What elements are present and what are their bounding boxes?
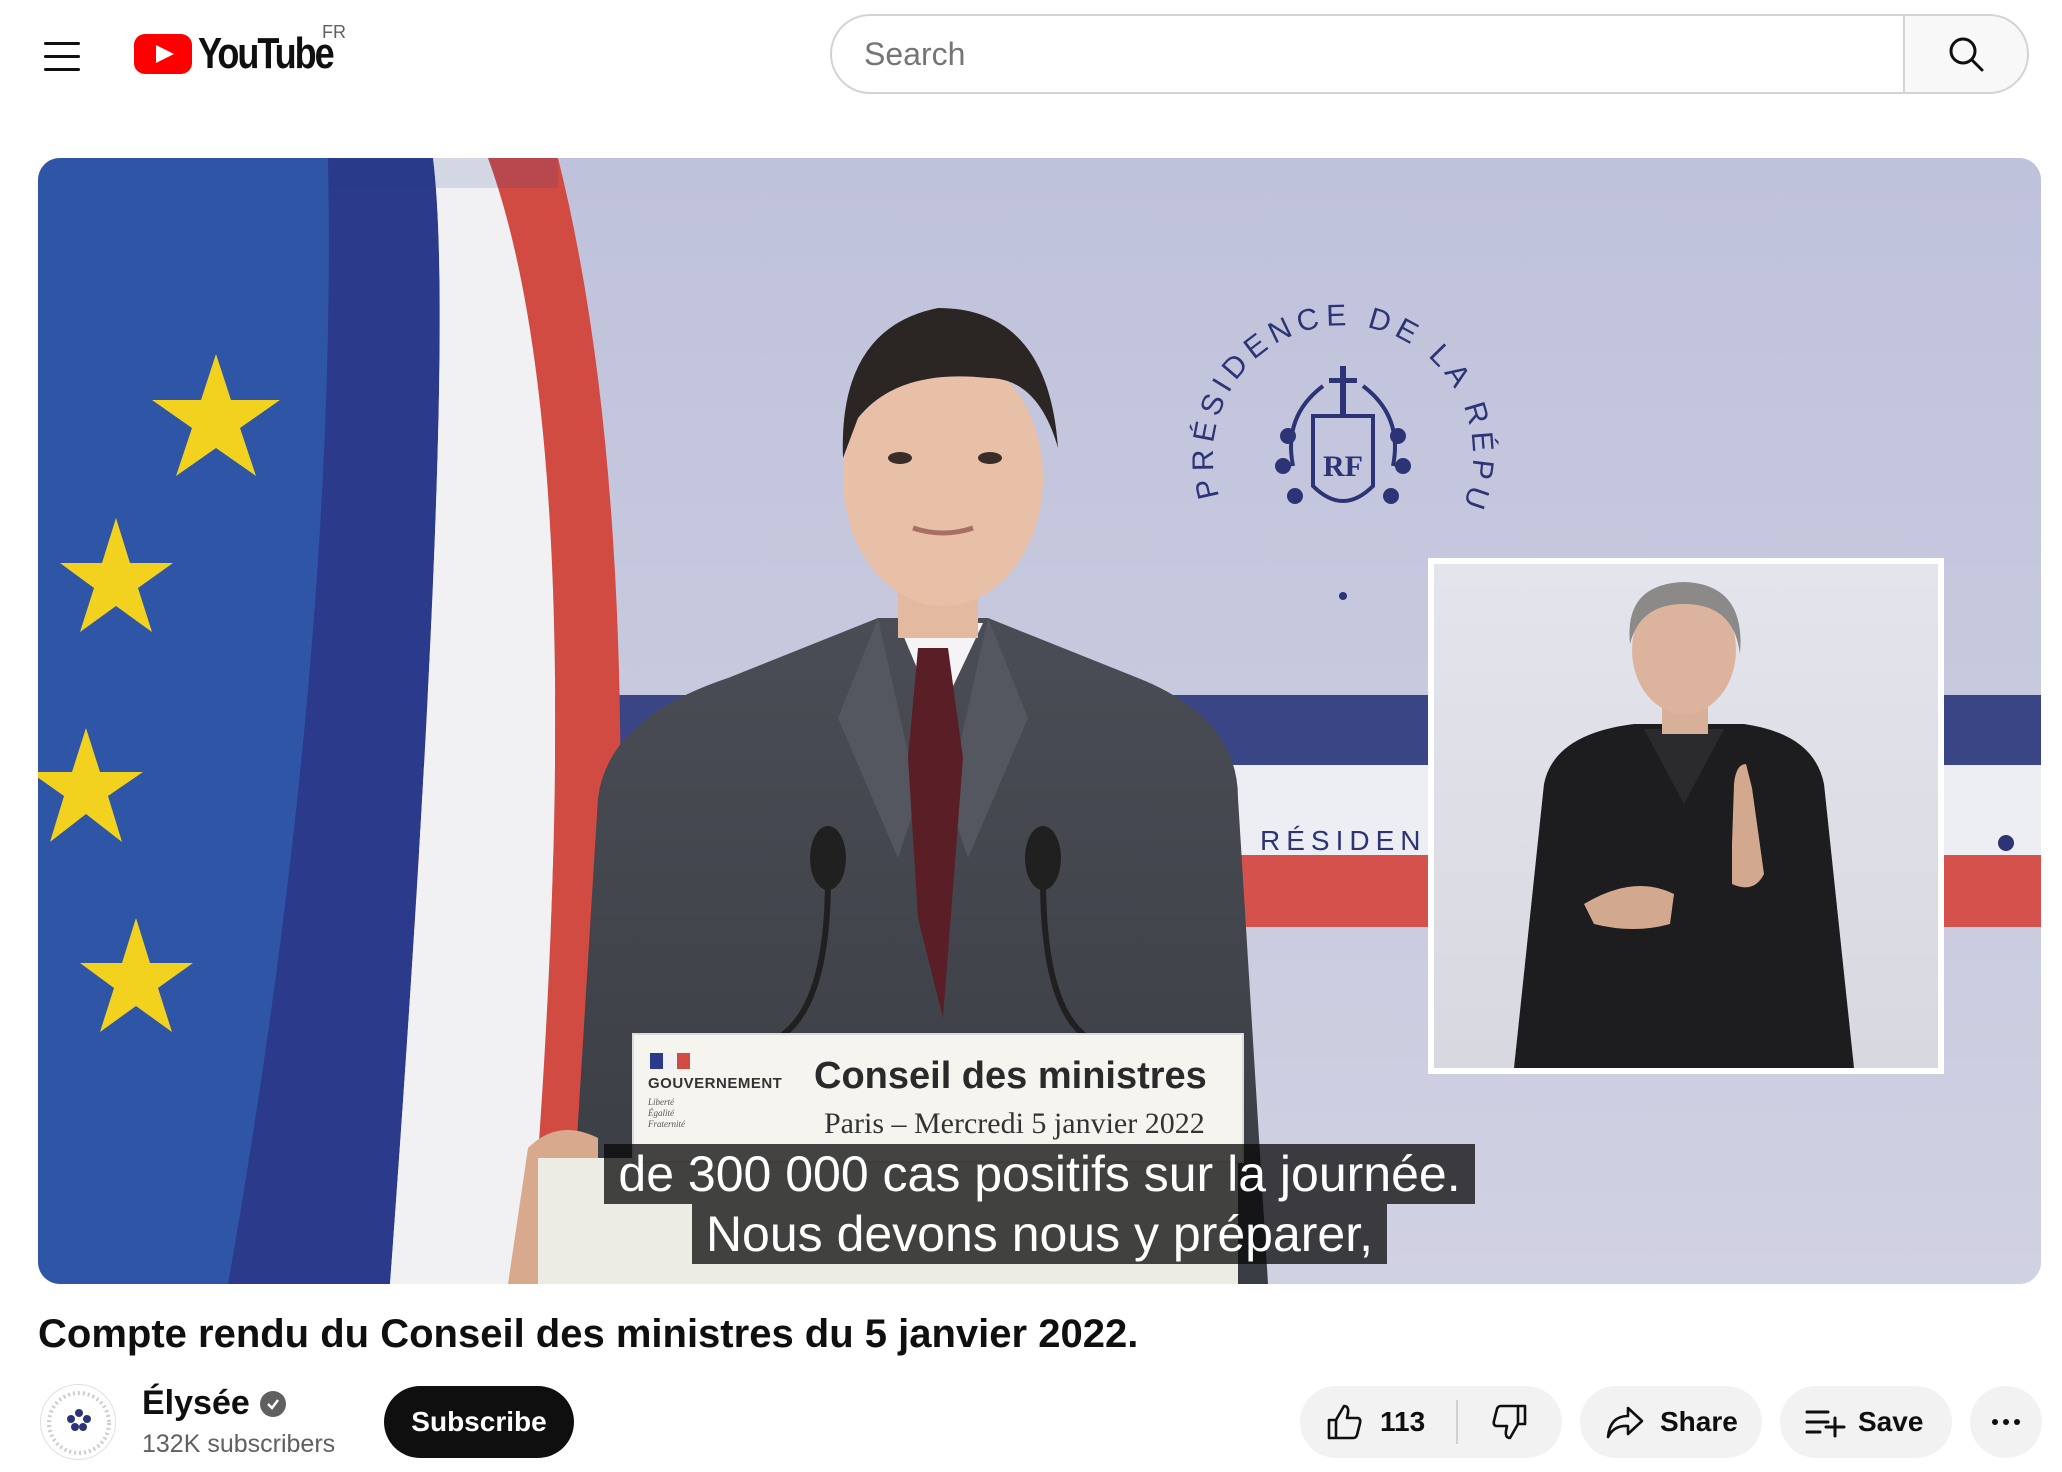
thumbs-down-icon — [1492, 1404, 1527, 1440]
like-button[interactable]: 113 — [1300, 1386, 1456, 1458]
search-box — [830, 14, 1903, 94]
search-input[interactable] — [864, 35, 1903, 73]
banner-text: RÉSIDEN — [1260, 825, 1427, 856]
gov-motto: Liberté Égalité Fraternité — [648, 1097, 685, 1129]
thumbs-up-icon — [1327, 1404, 1362, 1440]
video-player[interactable]: PRÉSIDENCE DE LA RÉPUBLIQUE RF — [38, 158, 2041, 1284]
menu-icon[interactable] — [36, 30, 88, 82]
search-button[interactable] — [1903, 14, 2029, 94]
share-button[interactable]: Share — [1580, 1386, 1762, 1458]
dislike-button[interactable] — [1458, 1386, 1562, 1458]
youtube-logo-icon — [134, 34, 192, 74]
share-icon — [1606, 1406, 1644, 1439]
subscribe-button[interactable]: Subscribe — [384, 1386, 574, 1458]
save-button[interactable]: Save — [1780, 1386, 1952, 1458]
subscriber-count: 132K subscribers — [142, 1430, 336, 1458]
interpreter-figure — [1514, 582, 1854, 1068]
like-dislike-group: 113 — [1300, 1386, 1562, 1458]
caption-line: Nous devons nous y préparer, — [691, 1204, 1388, 1264]
country-code: FR — [322, 22, 346, 42]
more-icon[interactable] — [1970, 1386, 2042, 1458]
captions: de 300 000 cas positifs sur la journée. … — [38, 1144, 2041, 1264]
channel-name-text: Élysée — [142, 1384, 250, 1422]
playlist-add-icon — [1805, 1410, 1846, 1438]
save-label: Save — [1858, 1406, 1924, 1437]
podium-subtitle: Paris – Mercredi 5 janvier 2022 — [824, 1107, 1205, 1140]
podium-title: Conseil des ministres — [814, 1055, 1207, 1097]
gov-flag-icon — [650, 1053, 690, 1069]
channel-seal-icon — [47, 1391, 111, 1455]
gov-label: GOUVERNEMENT — [648, 1075, 783, 1092]
search-icon — [1949, 37, 1984, 72]
avatar[interactable] — [40, 1384, 116, 1460]
verified-icon — [259, 1390, 286, 1417]
share-label: Share — [1660, 1406, 1738, 1437]
logo-text: YouTube — [198, 29, 335, 78]
svg-text:RF: RF — [1323, 450, 1363, 483]
like-count: 113 — [1380, 1406, 1426, 1437]
channel-name[interactable]: Élysée — [142, 1384, 286, 1423]
caption-line: de 300 000 cas positifs sur la journée. — [604, 1144, 1475, 1204]
sign-interpreter-inset — [1428, 558, 1944, 1074]
masthead: YouTube FR — [0, 0, 2062, 110]
video-title: Compte rendu du Conseil des ministres du… — [38, 1312, 1139, 1356]
